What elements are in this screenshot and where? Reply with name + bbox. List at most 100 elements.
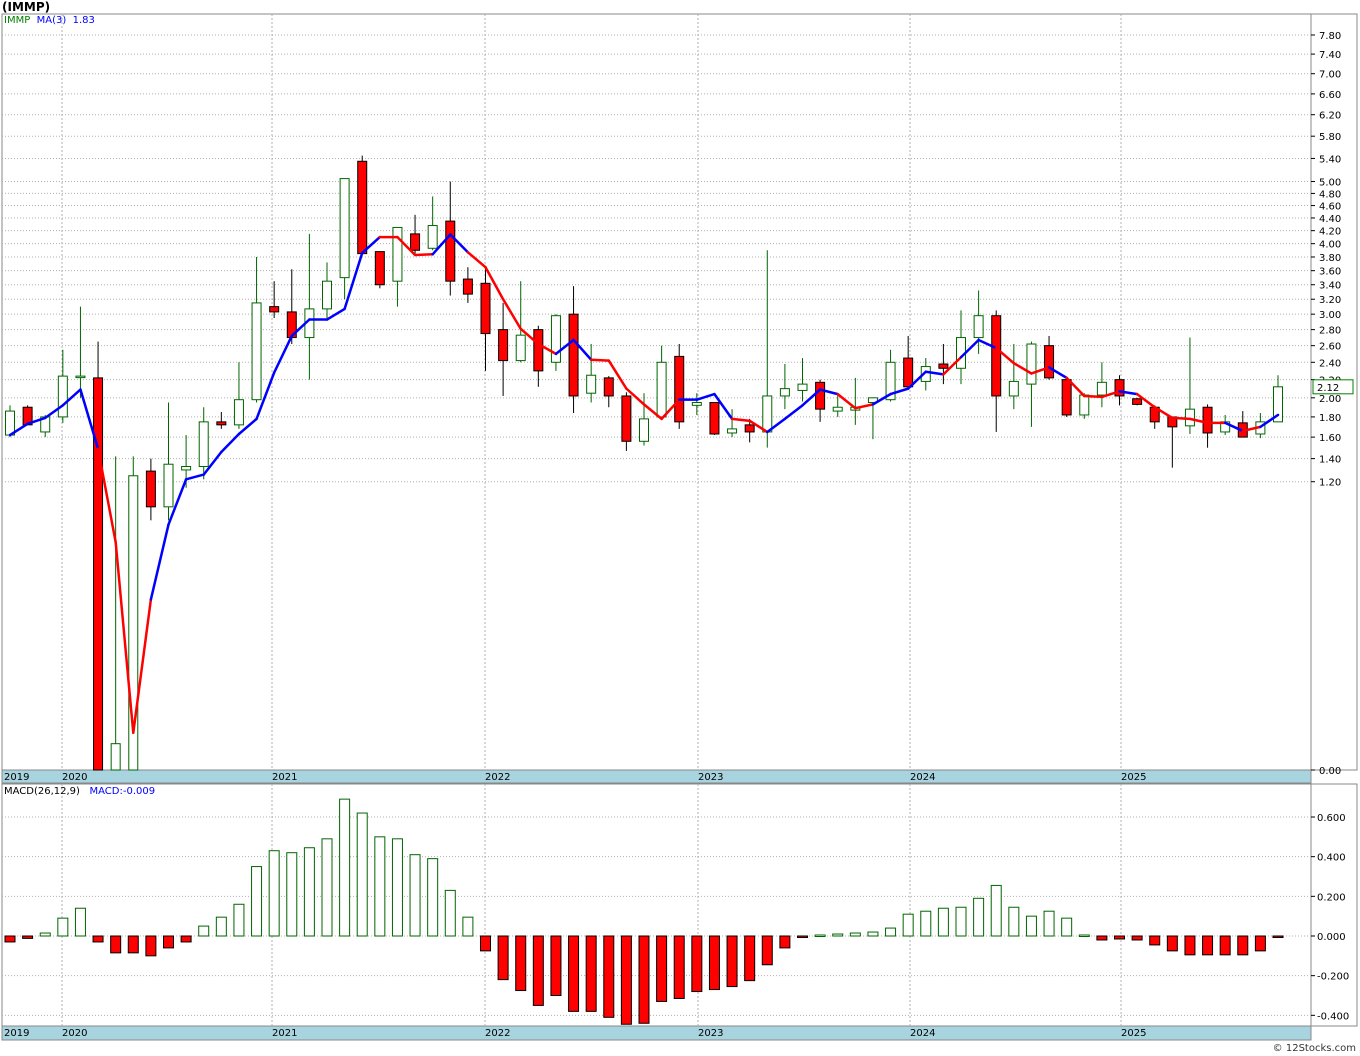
macd-bar — [568, 935, 580, 1012]
macd-bar — [744, 935, 756, 982]
macd-bar — [303, 847, 315, 937]
candle-body — [462, 278, 473, 295]
price-y-tick-label: 2.80 — [1319, 326, 1341, 337]
macd-y-tick-label: -0.200 — [1317, 972, 1349, 983]
candle-body — [991, 315, 1002, 397]
macd-bar — [726, 935, 738, 988]
candle-body — [674, 355, 685, 423]
macd-bar — [814, 934, 826, 938]
ma3-line-segment — [589, 358, 611, 362]
macd-bar — [585, 935, 597, 1012]
candle-body — [621, 395, 632, 442]
macd-bar — [1096, 935, 1108, 941]
macd-bar — [74, 907, 86, 937]
macd-bar — [515, 935, 527, 992]
macd-bar — [902, 913, 914, 937]
candle-body — [815, 381, 826, 410]
macd-bar — [356, 812, 368, 937]
macd-bar — [480, 935, 491, 952]
candle-body — [410, 233, 421, 251]
price-y-tick-label: 4.00 — [1319, 240, 1341, 251]
macd-bar — [1043, 910, 1055, 937]
candle-body — [269, 306, 280, 313]
candle-body — [498, 329, 509, 362]
price-x-tick-label: 2019 — [4, 772, 29, 783]
price-y-tick-label: 3.20 — [1319, 295, 1341, 306]
candle-body — [75, 375, 86, 379]
macd-bar — [1237, 935, 1249, 956]
macd-bar — [4, 935, 16, 943]
price-y-tick-label: 2.60 — [1319, 342, 1341, 353]
macd-bar — [973, 897, 985, 937]
candle-body — [603, 377, 614, 397]
macd-x-tick-label: 2022 — [485, 1028, 510, 1039]
candle-body — [1008, 380, 1019, 397]
candle-body — [445, 220, 456, 282]
candle-body — [57, 375, 68, 418]
macd-bar — [937, 907, 949, 937]
price-y-tick-label: 1.60 — [1319, 433, 1341, 444]
macd-bar — [691, 935, 703, 993]
macd-bar — [603, 935, 615, 1018]
macd-bar — [1131, 935, 1143, 941]
macd-bar — [233, 903, 245, 937]
macd-bar — [1149, 935, 1161, 946]
candle-body — [586, 374, 597, 394]
macd-bar — [1008, 906, 1020, 937]
candle-body — [1044, 345, 1055, 379]
macd-bar — [145, 935, 157, 957]
macd-bar — [885, 927, 897, 937]
macd-x-tick-label: 2019 — [4, 1028, 29, 1039]
macd-bar — [1254, 935, 1266, 952]
macd-bar — [374, 836, 386, 937]
price-y-tick-label: 0.00 — [1319, 766, 1341, 777]
legend-macd-value: MACD:-0.009 — [89, 786, 156, 797]
macd-y-tick-label: 0.400 — [1317, 853, 1346, 864]
candle-body — [374, 251, 385, 286]
macd-bar — [409, 854, 421, 937]
macd-bar — [39, 932, 51, 937]
macd-bar — [867, 931, 879, 937]
chart-stage: 2019 2019 2020 2020 2021 2021 2022 2022 2023 2023… — [0, 0, 1360, 1056]
chart-canvas: 2019 2019 2020 2020 2021 2021 2022 2022 2023 2023… — [1, 13, 1358, 1041]
price-y-tick-label: 5.40 — [1319, 154, 1341, 165]
candle-body — [1202, 406, 1213, 434]
candle-body — [5, 410, 15, 436]
candle-body — [181, 465, 192, 471]
price-y-tick-label: 5.80 — [1319, 132, 1341, 143]
price-x-tick-label: 2023 — [698, 772, 723, 783]
price-y-tick-label: 3.00 — [1319, 310, 1341, 321]
candle-body — [198, 421, 209, 467]
macd-bar — [444, 889, 456, 937]
macd-bar — [779, 935, 791, 949]
macd-bar — [1025, 915, 1037, 937]
price-y-tick-label: 4.60 — [1319, 202, 1341, 213]
price-x-tick-label: 2020 — [62, 772, 87, 783]
candle-body — [233, 399, 244, 426]
macd-bar — [1078, 934, 1090, 938]
candle-body — [1026, 343, 1037, 385]
candle-body — [322, 280, 332, 310]
macd-bar — [22, 935, 34, 939]
candle-body — [163, 463, 174, 508]
candle-body — [216, 421, 227, 426]
price-y-tick-label: 1.20 — [1319, 478, 1341, 489]
price-y-tick-label: 4.40 — [1319, 214, 1341, 225]
macd-x-tick-label: 2021 — [272, 1028, 297, 1039]
chart-title: (IMMP) — [2, 0, 51, 14]
candle-body — [427, 225, 438, 249]
legend-ma-value: 1.83 — [72, 15, 95, 26]
price-x-tick-label: 2024 — [910, 772, 935, 783]
macd-bar — [920, 910, 932, 937]
price-y-tick-label: 1.80 — [1319, 413, 1341, 424]
macd-x-tick-label: 2024 — [910, 1028, 935, 1039]
price-y-tick-label: 4.80 — [1319, 189, 1341, 200]
macd-y-tick-label: 0.600 — [1317, 813, 1346, 824]
macd-bar — [110, 935, 122, 954]
price-legend: IMMP MA(3) 1.83 — [4, 15, 95, 26]
price-y-tick-label: 3.40 — [1319, 281, 1341, 292]
price-y-tick-label: 3.60 — [1319, 267, 1341, 278]
price-x-tick-label: 2022 — [485, 772, 510, 783]
legend-macd-label: MACD(26,12,9) — [4, 786, 80, 797]
macd-bar — [638, 935, 650, 1024]
